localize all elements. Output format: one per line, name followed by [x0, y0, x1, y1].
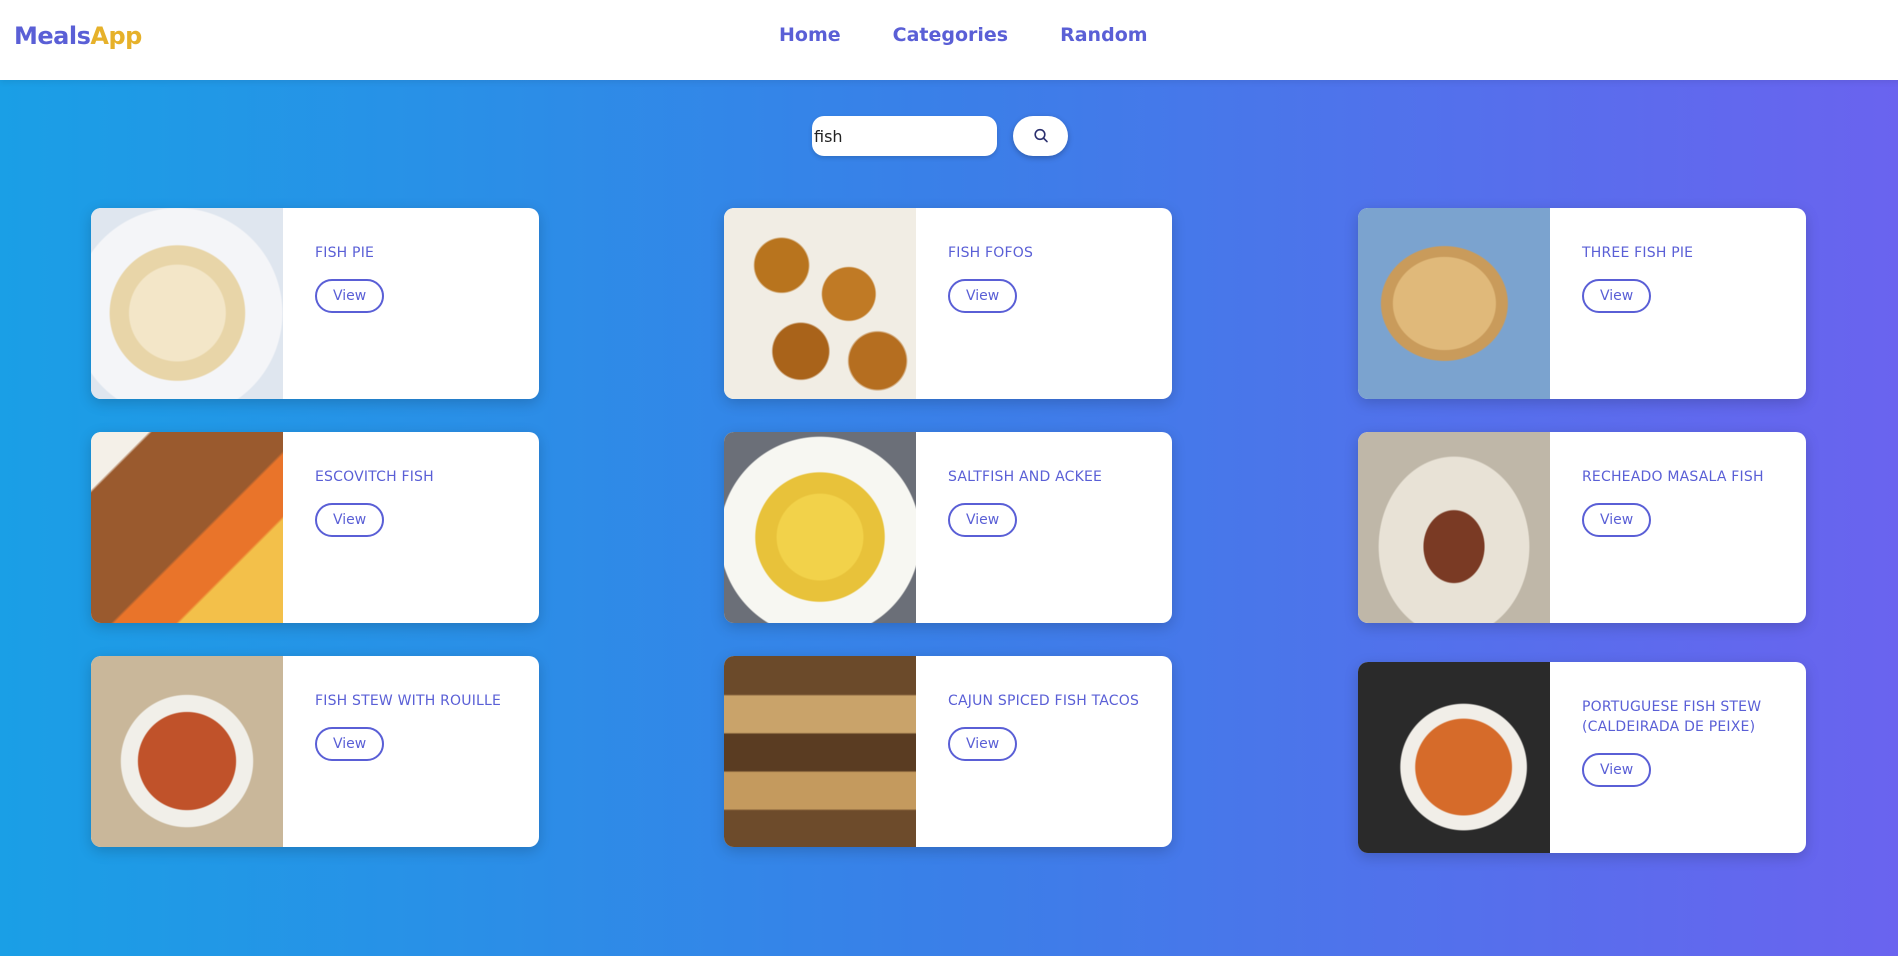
meal-title: RECHEADO MASALA FISH: [1582, 469, 1764, 485]
search-button[interactable]: [1013, 116, 1068, 156]
meal-image: [724, 432, 916, 623]
meal-title: SALTFISH AND ACKEE: [948, 469, 1103, 485]
search-input[interactable]: [812, 116, 997, 156]
meal-image: [91, 208, 283, 399]
navbar: MealsApp Home Categories Random: [0, 0, 1902, 80]
view-button[interactable]: View: [1582, 503, 1652, 537]
view-button[interactable]: View: [315, 279, 385, 313]
meal-card: CAJUN SPICED FISH TACOS View: [724, 656, 1172, 847]
meal-title: ESCOVITCH FISH: [315, 469, 434, 485]
view-button[interactable]: View: [315, 727, 385, 761]
view-button[interactable]: View: [948, 503, 1018, 537]
view-button[interactable]: View: [1582, 753, 1652, 787]
meal-card: THREE FISH PIE View: [1358, 208, 1806, 399]
meal-title: FISH PIE: [315, 245, 375, 261]
meal-card: PORTUGUESE FISH STEW (CALDEIRADA DE PEIX…: [1358, 662, 1806, 853]
meal-image: [724, 656, 916, 847]
view-button[interactable]: View: [315, 503, 385, 537]
meal-image: [1358, 432, 1550, 623]
page-scrollbar[interactable]: [1898, 0, 1902, 956]
nav-link-categories[interactable]: Categories: [893, 24, 1008, 46]
nav-links: Home Categories Random: [779, 24, 1148, 46]
meal-image: [1358, 662, 1550, 853]
meal-card: FISH PIE View: [91, 208, 539, 399]
meal-card: FISH FOFOS View: [724, 208, 1172, 399]
meal-title: FISH STEW WITH ROUILLE: [315, 693, 502, 709]
meal-card: RECHEADO MASALA FISH View: [1358, 432, 1806, 623]
view-button[interactable]: View: [1582, 279, 1652, 313]
brand-logo-part2: App: [90, 22, 142, 50]
brand-logo-part1: Meals: [14, 22, 91, 50]
meal-card: ESCOVITCH FISH View: [91, 432, 539, 623]
search-icon: [1033, 128, 1048, 143]
view-button[interactable]: View: [948, 727, 1018, 761]
meal-image: [724, 208, 916, 399]
nav-link-random[interactable]: Random: [1060, 24, 1147, 46]
meal-image: [91, 656, 283, 847]
meal-title: PORTUGUESE FISH STEW (CALDEIRADA DE PEIX…: [1582, 699, 1762, 735]
meal-title: FISH FOFOS: [948, 245, 1034, 261]
meal-image: [1358, 208, 1550, 399]
meal-card: FISH STEW WITH ROUILLE View: [91, 656, 539, 847]
view-button[interactable]: View: [948, 279, 1018, 313]
nav-link-home[interactable]: Home: [779, 24, 841, 46]
meal-title: CAJUN SPICED FISH TACOS: [948, 693, 1140, 709]
brand-logo[interactable]: MealsApp: [14, 22, 142, 50]
meal-card: SALTFISH AND ACKEE View: [724, 432, 1172, 623]
meal-title: THREE FISH PIE: [1582, 245, 1694, 261]
meal-image: [91, 432, 283, 623]
